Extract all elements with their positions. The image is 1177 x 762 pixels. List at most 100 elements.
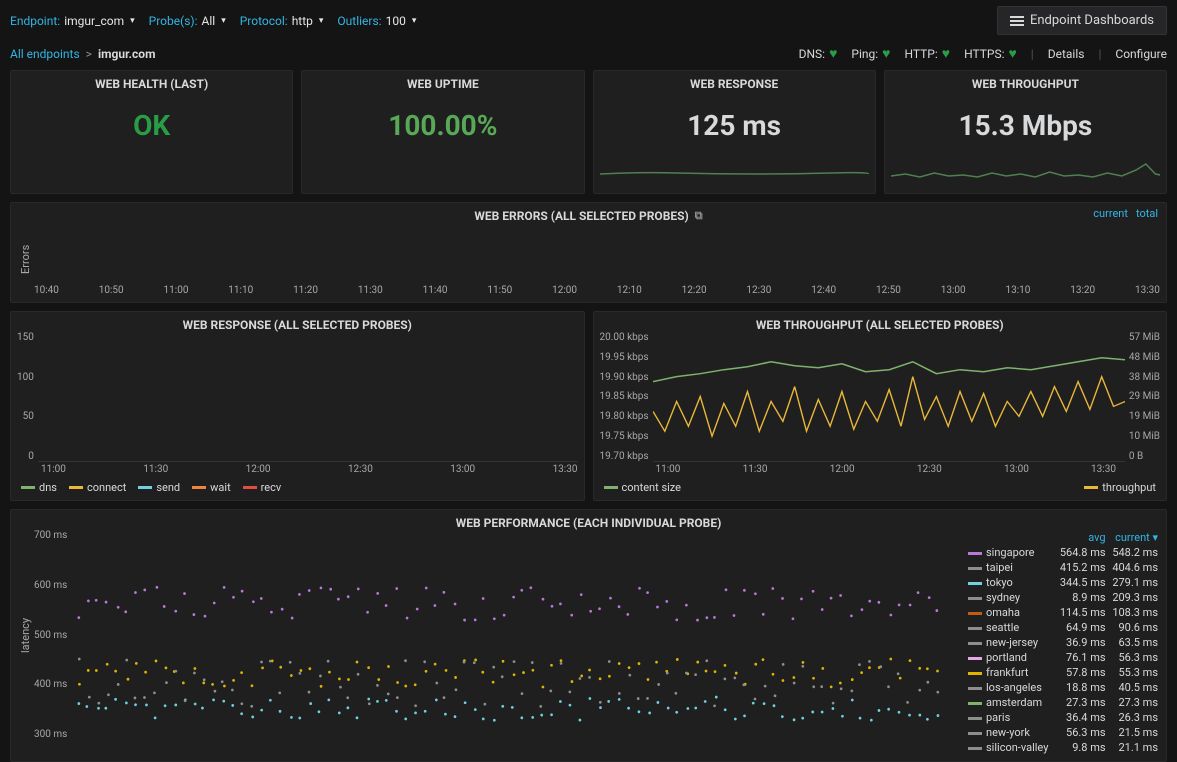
y-axis: 700 ms600 ms500 ms400 ms300 ms: [34, 530, 71, 740]
panel-title: WEB THROUGHPUT: [891, 77, 1160, 91]
panel-title: WEB THROUGHPUT (ALL SELECTED PROBES): [756, 318, 1004, 332]
legend-head-current[interactable]: current ▾: [1108, 530, 1160, 545]
y-axis-label: latency: [17, 530, 34, 740]
filter-probes[interactable]: Probe(s): All ▾: [149, 14, 226, 28]
legend-item-connect[interactable]: connect: [69, 481, 126, 494]
panel-web-response-chart[interactable]: WEB RESPONSE (ALL SELECTED PROBES) 15010…: [10, 311, 585, 501]
filter-endpoint[interactable]: Endpoint: imgur_com ▾: [10, 14, 135, 28]
filter-outliers[interactable]: Outliers: 100 ▾: [337, 14, 416, 28]
stat-value: OK: [17, 95, 286, 160]
stat-value: 125 ms: [600, 95, 869, 160]
panel-web-response[interactable]: WEB RESPONSE 125 ms: [593, 70, 876, 194]
legend-row[interactable]: frankfurt57.8 ms55.3 ms: [966, 665, 1160, 680]
filter-protocol-label: Protocol:: [240, 14, 288, 28]
sparkline: [600, 160, 869, 184]
performance-plot: [71, 530, 960, 740]
chevron-down-icon: ▾: [412, 16, 417, 26]
status-ping[interactable]: Ping:♥: [851, 45, 890, 62]
legend-item-wait[interactable]: wait: [192, 481, 231, 494]
legend-row[interactable]: new-york56.3 ms21.5 ms: [966, 725, 1160, 740]
legend-item-throughput[interactable]: throughput: [1084, 481, 1156, 494]
legend-item-dns[interactable]: dns: [21, 481, 57, 494]
x-axis: 11:0011:3012:0012:3013:0013:30: [17, 462, 578, 475]
filter-endpoint-value: imgur_com: [64, 14, 124, 28]
panel-title: WEB UPTIME: [308, 77, 577, 91]
stat-row: WEB HEALTH (LAST) OK WEB UPTIME 100.00% …: [0, 70, 1177, 194]
x-axis: 11:0011:3012:0012:3013:0013:30: [600, 462, 1161, 475]
legend-row[interactable]: sydney8.9 ms209.3 ms: [966, 590, 1160, 605]
heart-icon: ♥: [829, 45, 837, 62]
legend-row[interactable]: tokyo344.5 ms279.1 ms: [966, 575, 1160, 590]
legend-item-send[interactable]: send: [138, 481, 180, 494]
panel-web-throughput-chart[interactable]: WEB THROUGHPUT (ALL SELECTED PROBES) 20.…: [593, 311, 1168, 501]
errors-chart: [34, 223, 1160, 283]
legend-row[interactable]: taipei415.2 ms404.6 ms: [966, 560, 1160, 575]
heart-icon: ♥: [882, 45, 890, 62]
panel-web-health[interactable]: WEB HEALTH (LAST) OK: [10, 70, 293, 194]
legend-row[interactable]: paris36.4 ms26.3 ms: [966, 710, 1160, 725]
filter-outliers-label: Outliers:: [337, 14, 381, 28]
dashboards-button-label: Endpoint Dashboards: [1030, 13, 1154, 28]
y-axis: 150100500: [17, 332, 38, 462]
chevron-down-icon: ▾: [221, 16, 226, 26]
stat-value: 15.3 Mbps: [891, 95, 1160, 160]
legend-item-content[interactable]: content size: [604, 481, 682, 494]
throughput-plot: [653, 332, 1125, 462]
panel-web-performance[interactable]: WEB PERFORMANCE (EACH INDIVIDUAL PROBE) …: [10, 509, 1167, 762]
breadcrumb-current: imgur.com: [98, 47, 156, 61]
stat-value: 100.00%: [308, 95, 577, 160]
panel-title: WEB RESPONSE (ALL SELECTED PROBES): [183, 318, 412, 332]
y-axis-left: 20.00 kbps19.95 kbps19.90 kbps19.85 kbps…: [600, 332, 653, 462]
chevron-down-icon: ▾: [130, 16, 135, 26]
toggle-total[interactable]: total: [1136, 207, 1158, 220]
external-link-icon[interactable]: ⧉: [695, 209, 703, 223]
legend-row[interactable]: seattle64.9 ms90.6 ms: [966, 620, 1160, 635]
details-link[interactable]: Details: [1048, 47, 1085, 61]
status-indicators: DNS:♥ Ping:♥ HTTP:♥ HTTPS:♥ | Details | …: [799, 45, 1167, 62]
heart-icon: ♥: [942, 45, 950, 62]
panel-title: WEB RESPONSE: [600, 77, 869, 91]
panel-web-uptime[interactable]: WEB UPTIME 100.00%: [301, 70, 584, 194]
filter-probes-value: All: [202, 14, 216, 28]
dashboards-button[interactable]: Endpoint Dashboards: [997, 6, 1167, 35]
legend-row[interactable]: omaha114.5 ms108.3 ms: [966, 605, 1160, 620]
legend-head-avg[interactable]: avg: [1055, 530, 1107, 545]
legend-row[interactable]: amsterdam27.3 ms27.3 ms: [966, 695, 1160, 710]
configure-link[interactable]: Configure: [1115, 47, 1167, 61]
panel-title: WEB ERRORS (ALL SELECTED PROBES): [474, 209, 688, 223]
breadcrumb-separator: >: [86, 47, 92, 61]
panel-title: WEB PERFORMANCE (EACH INDIVIDUAL PROBE): [456, 516, 722, 530]
status-http[interactable]: HTTP:♥: [904, 45, 950, 62]
y-axis-right: 57 MiB48 MiB38 MiB29 MiB19 MiB10 MiB0 B: [1125, 332, 1160, 462]
heart-icon: ♥: [1008, 45, 1016, 62]
status-https[interactable]: HTTPS:♥: [964, 45, 1017, 62]
filter-protocol-value: http: [292, 14, 313, 28]
filter-probes-label: Probe(s):: [149, 14, 198, 28]
filter-outliers-value: 100: [386, 14, 406, 28]
x-axis: 10:4010:5011:0011:1011:2011:3011:4011:50…: [34, 283, 1160, 296]
legend: content size throughput: [600, 475, 1161, 494]
chevron-down-icon: ▾: [319, 16, 324, 26]
menu-icon: [1010, 16, 1024, 26]
legend: dns connect send wait recv: [17, 475, 578, 494]
filter-endpoint-label: Endpoint:: [10, 14, 60, 28]
panel-web-errors[interactable]: WEB ERRORS (ALL SELECTED PROBES) ⧉ curre…: [10, 202, 1167, 303]
response-plot: [38, 332, 578, 462]
filter-bar: Endpoint: imgur_com ▾ Probe(s): All ▾ Pr…: [0, 0, 1177, 41]
legend-row[interactable]: los-angeles18.8 ms40.5 ms: [966, 680, 1160, 695]
breadcrumb-parent[interactable]: All endpoints: [10, 47, 80, 61]
legend-item-recv[interactable]: recv: [243, 481, 282, 494]
panel-web-throughput[interactable]: WEB THROUGHPUT 15.3 Mbps: [884, 70, 1167, 194]
breadcrumb-bar: All endpoints > imgur.com DNS:♥ Ping:♥ H…: [0, 41, 1177, 70]
legend-row[interactable]: silicon-valley9.8 ms21.1 ms: [966, 740, 1160, 755]
y-axis-label: Errors: [17, 223, 34, 296]
legend-row[interactable]: new-jersey36.9 ms63.5 ms: [966, 635, 1160, 650]
performance-legend: avgcurrent ▾ singapore564.8 ms548.2 msta…: [960, 530, 1160, 755]
legend-row[interactable]: singapore564.8 ms548.2 ms: [966, 545, 1160, 560]
toggle-current[interactable]: current: [1093, 207, 1128, 220]
sparkline: [891, 160, 1160, 184]
legend-row[interactable]: portland76.1 ms56.3 ms: [966, 650, 1160, 665]
panel-title: WEB HEALTH (LAST): [17, 77, 286, 91]
filter-protocol[interactable]: Protocol: http ▾: [240, 14, 324, 28]
status-dns[interactable]: DNS:♥: [799, 45, 838, 62]
